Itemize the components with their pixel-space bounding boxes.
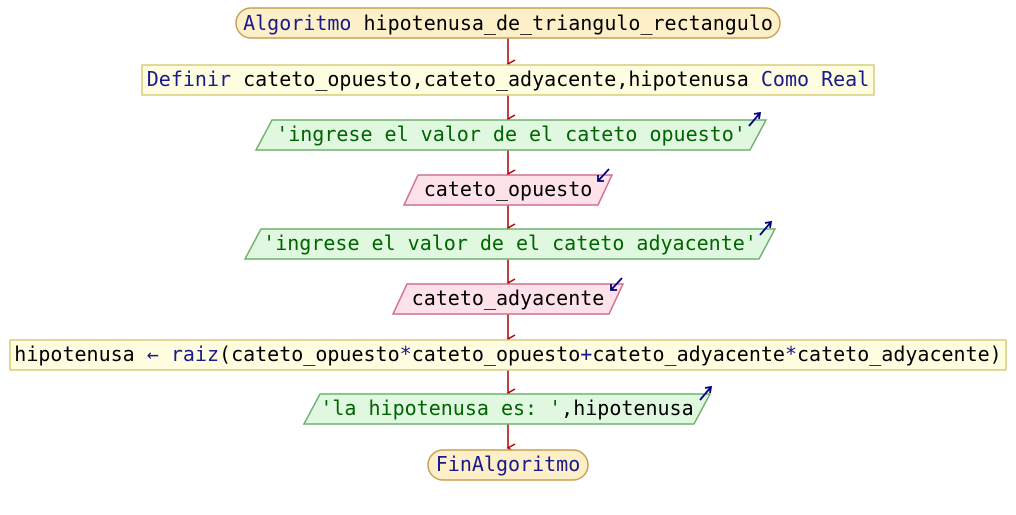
write3-string: 'la hipotenusa es: ' xyxy=(320,396,561,420)
define-keyword: Definir xyxy=(147,67,231,91)
end-node: FinAlgoritmo xyxy=(427,449,589,481)
paren-close: ) xyxy=(990,342,1002,366)
plus-operator: + xyxy=(580,342,592,366)
paren-open: ( xyxy=(219,342,231,366)
svg-text:'la hipotenusa es: ',hipotenus: 'la hipotenusa es: ',hipotenusa xyxy=(320,396,693,420)
read1-text: cateto_opuesto xyxy=(424,177,593,201)
write3-separator: , xyxy=(561,396,573,420)
assign-arrow: ← xyxy=(147,342,159,366)
define-node: Definir cateto_opuesto,cateto_adyacente,… xyxy=(141,64,875,96)
start-node: Algoritmo hipotenusa_de_triangulo_rectan… xyxy=(235,7,781,39)
define-vars: cateto_opuesto,cateto_adyacente,hipotenu… xyxy=(243,67,749,91)
svg-text:hipotenusa ← raiz(cateto_opues: hipotenusa ← raiz(cateto_opuesto*cateto_… xyxy=(14,342,1001,366)
como-keyword: Como xyxy=(761,67,809,91)
write3-variable: hipotenusa xyxy=(573,396,693,420)
svg-text:Algoritmo hipotenusa_de_triang: Algoritmo hipotenusa_de_triangulo_rectan… xyxy=(243,11,773,35)
raiz-function: raiz xyxy=(171,342,219,366)
operand-1: cateto_opuesto xyxy=(231,342,400,366)
type-keyword: Real xyxy=(821,67,869,91)
read2-text: cateto_adyacente xyxy=(412,286,605,310)
read1-node: cateto_opuesto xyxy=(402,168,614,206)
algorithm-name: hipotenusa_de_triangulo_rectangulo xyxy=(364,11,773,35)
assign-node: hipotenusa ← raiz(cateto_opuesto*cateto_… xyxy=(9,339,1007,371)
multiply-operator-1: * xyxy=(400,342,412,366)
read2-node: cateto_adyacente xyxy=(391,277,625,315)
operand-3: cateto_adyacente xyxy=(592,342,785,366)
start-keyword: Algoritmo xyxy=(243,11,351,35)
multiply-operator-2: * xyxy=(785,342,797,366)
operand-4: cateto_adyacente xyxy=(797,342,990,366)
operand-2: cateto_opuesto xyxy=(412,342,581,366)
end-keyword: FinAlgoritmo xyxy=(436,452,581,476)
svg-text:Definir cateto_opuesto,cateto_: Definir cateto_opuesto,cateto_adyacente,… xyxy=(147,67,870,91)
write2-text: 'ingrese el valor de el cateto adyacente… xyxy=(263,231,757,255)
assign-target: hipotenusa xyxy=(14,342,134,366)
write1-node: 'ingrese el valor de el cateto opuesto' xyxy=(254,111,768,151)
write1-text: 'ingrese el valor de el cateto opuesto' xyxy=(276,122,746,146)
flowchart: Algoritmo hipotenusa_de_triangulo_rectan… xyxy=(9,7,1007,481)
write2-node: 'ingrese el valor de el cateto adyacente… xyxy=(243,220,777,260)
